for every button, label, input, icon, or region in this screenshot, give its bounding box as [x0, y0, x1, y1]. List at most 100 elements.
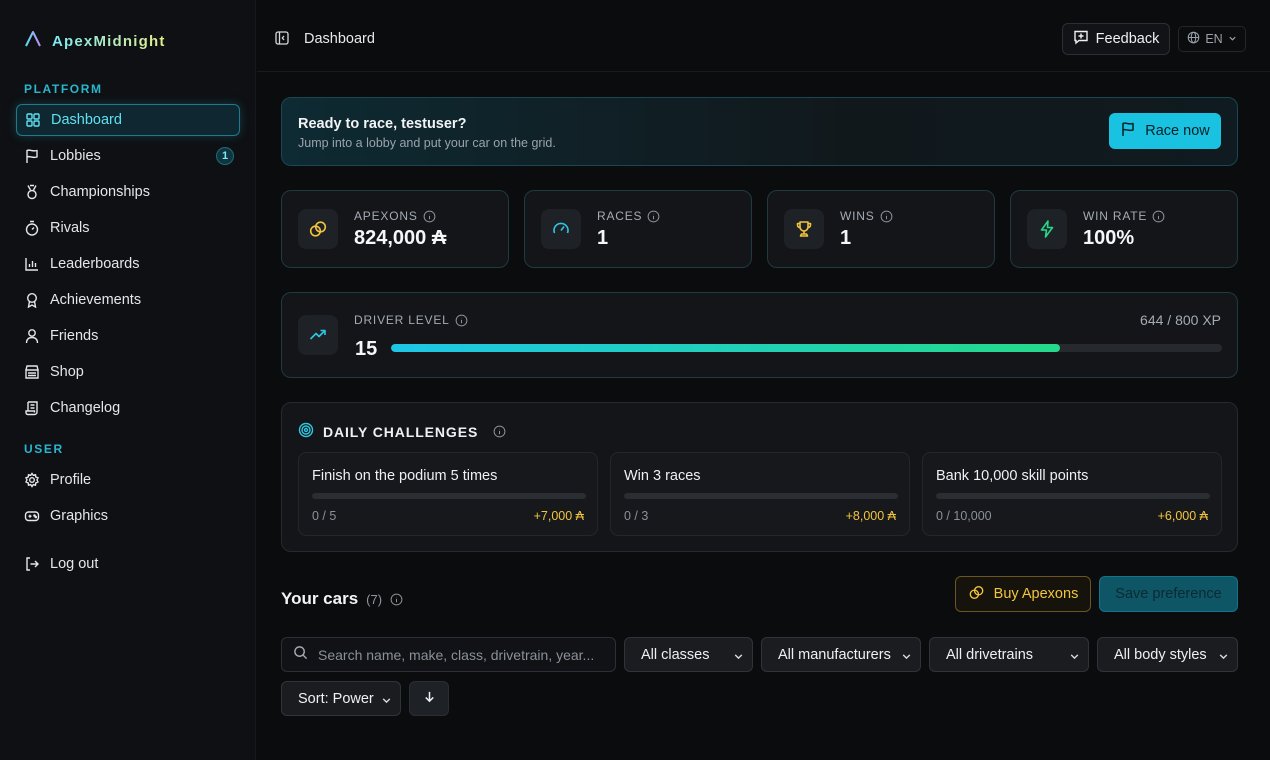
sort-value: Sort: Power — [298, 690, 374, 707]
sidebar-item-leaderboards[interactable]: Leaderboards — [16, 248, 240, 280]
flag-icon — [24, 148, 40, 164]
info-icon[interactable] — [880, 210, 893, 223]
info-icon[interactable] — [390, 593, 403, 606]
sidebar-item-label: Achievements — [50, 292, 142, 308]
info-icon[interactable] — [455, 314, 468, 327]
your-cars-title: Your cars — [281, 589, 359, 608]
filter-drivetrain-value: All drivetrains — [946, 646, 1034, 663]
sidebar-item-championships[interactable]: Championships — [16, 176, 240, 208]
info-icon[interactable] — [493, 425, 506, 438]
brand[interactable]: ApexMidnight — [24, 30, 166, 53]
filter-manufacturer-value: All manufacturers — [778, 646, 891, 663]
sidebar-item-label: Leaderboards — [50, 256, 140, 272]
challenge-reward: +8,000 ₳ — [845, 509, 896, 523]
sidebar-item-profile[interactable]: Profile — [16, 464, 240, 496]
cars-count: (7) — [366, 592, 383, 607]
trophy-icon — [784, 209, 824, 249]
filter-class-value: All classes — [641, 646, 710, 663]
feedback-button[interactable]: Feedback — [1062, 23, 1170, 55]
arrow-down-icon — [422, 689, 437, 709]
medal-icon — [24, 184, 40, 200]
car-search-field[interactable] — [281, 637, 616, 672]
stat-value: 1 — [840, 227, 852, 249]
chevron-down-icon — [1069, 650, 1080, 661]
challenge-reward: +7,000 ₳ — [533, 509, 584, 523]
chevron-down-icon — [1218, 650, 1229, 661]
your-cars-heading: Your cars (7) — [281, 589, 403, 609]
bar-chart-icon — [24, 256, 40, 272]
chevron-down-icon — [1228, 32, 1237, 46]
gamepad-icon — [24, 508, 40, 524]
filter-body-style-select[interactable]: All body styles — [1097, 637, 1238, 672]
sidebar-item-shop[interactable]: Shop — [16, 356, 240, 388]
race-prompt-banner: Ready to race, testuser? Jump into a lob… — [281, 97, 1238, 166]
sidebar-item-label: Lobbies — [50, 148, 101, 164]
stat-card-apexons: APEXONS 824,000 ₳ — [281, 190, 509, 268]
sidebar-item-label: Dashboard — [51, 112, 122, 128]
search-input[interactable] — [318, 646, 608, 663]
race-now-button[interactable]: Race now — [1109, 113, 1221, 149]
daily-challenges-title: DAILY CHALLENGES — [323, 423, 479, 440]
filter-class-select[interactable]: All classes — [624, 637, 753, 672]
chevron-down-icon — [733, 650, 744, 661]
stat-value: 1 — [597, 227, 609, 249]
info-icon[interactable] — [1152, 210, 1165, 223]
language-label: EN — [1205, 32, 1223, 46]
sidebar-item-dashboard[interactable]: Dashboard — [16, 104, 240, 136]
flag-icon — [1120, 121, 1136, 141]
award-icon — [24, 292, 40, 308]
daily-challenges-header: DAILY CHALLENGES — [298, 422, 506, 441]
challenge-name: Finish on the podium 5 times — [312, 468, 498, 484]
grid-icon — [25, 112, 41, 128]
sort-select[interactable]: Sort: Power — [281, 681, 401, 716]
sort-direction-button[interactable] — [409, 681, 449, 716]
xp-progress-bar — [391, 344, 1222, 352]
sidebar-item-achievements[interactable]: Achievements — [16, 284, 240, 316]
coins-icon — [298, 209, 338, 249]
gear-icon — [24, 472, 40, 488]
sidebar-item-rivals[interactable]: Rivals — [16, 212, 240, 244]
challenge-name: Win 3 races — [624, 468, 701, 484]
sidebar-item-friends[interactable]: Friends — [16, 320, 240, 352]
challenge-reward: +6,000 ₳ — [1157, 509, 1208, 523]
language-select[interactable]: EN — [1178, 26, 1246, 52]
trending-up-icon — [298, 315, 338, 355]
filter-drivetrain-select[interactable]: All drivetrains — [929, 637, 1089, 672]
stat-card-wins: WINS 1 — [767, 190, 995, 268]
sidebar-item-label: Friends — [50, 328, 99, 344]
logout-button[interactable]: Log out — [16, 548, 240, 580]
challenge-card: Win 3 races 0 / 3 +8,000 ₳ — [610, 452, 910, 536]
scroll-icon — [24, 400, 40, 416]
sidebar-item-graphics[interactable]: Graphics — [16, 500, 240, 532]
sidebar-item-lobbies[interactable]: Lobbies 1 — [16, 140, 240, 172]
sidebar-item-changelog[interactable]: Changelog — [16, 392, 240, 424]
logout-icon — [24, 556, 40, 572]
section-label-platform: PLATFORM — [24, 82, 103, 96]
message-plus-icon — [1073, 29, 1089, 49]
driver-level-card: DRIVER LEVEL 15 644 / 800 XP — [281, 292, 1238, 378]
lobbies-count-badge: 1 — [216, 147, 234, 165]
challenge-progress: 0 / 5 — [312, 509, 337, 523]
challenge-progress-bar — [312, 493, 586, 499]
globe-icon — [1187, 31, 1200, 47]
sidebar-item-label: Profile — [50, 472, 92, 488]
info-icon[interactable] — [647, 210, 660, 223]
search-icon — [293, 645, 308, 665]
sidebar-item-label: Graphics — [50, 508, 109, 524]
save-preference-button[interactable]: Save preference — [1099, 576, 1238, 612]
challenge-name: Bank 10,000 skill points — [936, 468, 1089, 484]
sidebar-toggle-icon[interactable] — [275, 31, 289, 45]
stat-label: WIN RATE — [1083, 209, 1165, 223]
bolt-icon — [1027, 209, 1067, 249]
challenge-progress: 0 / 10,000 — [936, 509, 992, 523]
feedback-label: Feedback — [1095, 31, 1160, 47]
buy-apexons-button[interactable]: Buy Apexons — [955, 576, 1091, 612]
filter-manufacturer-select[interactable]: All manufacturers — [761, 637, 921, 672]
section-label-user: USER — [24, 442, 64, 456]
filter-body-style-value: All body styles — [1114, 646, 1207, 663]
stat-card-races: RACES 1 — [524, 190, 752, 268]
info-icon[interactable] — [423, 210, 436, 223]
apex-logo-icon — [24, 30, 42, 53]
sidebar-item-label: Shop — [50, 364, 84, 380]
store-icon — [24, 364, 40, 380]
